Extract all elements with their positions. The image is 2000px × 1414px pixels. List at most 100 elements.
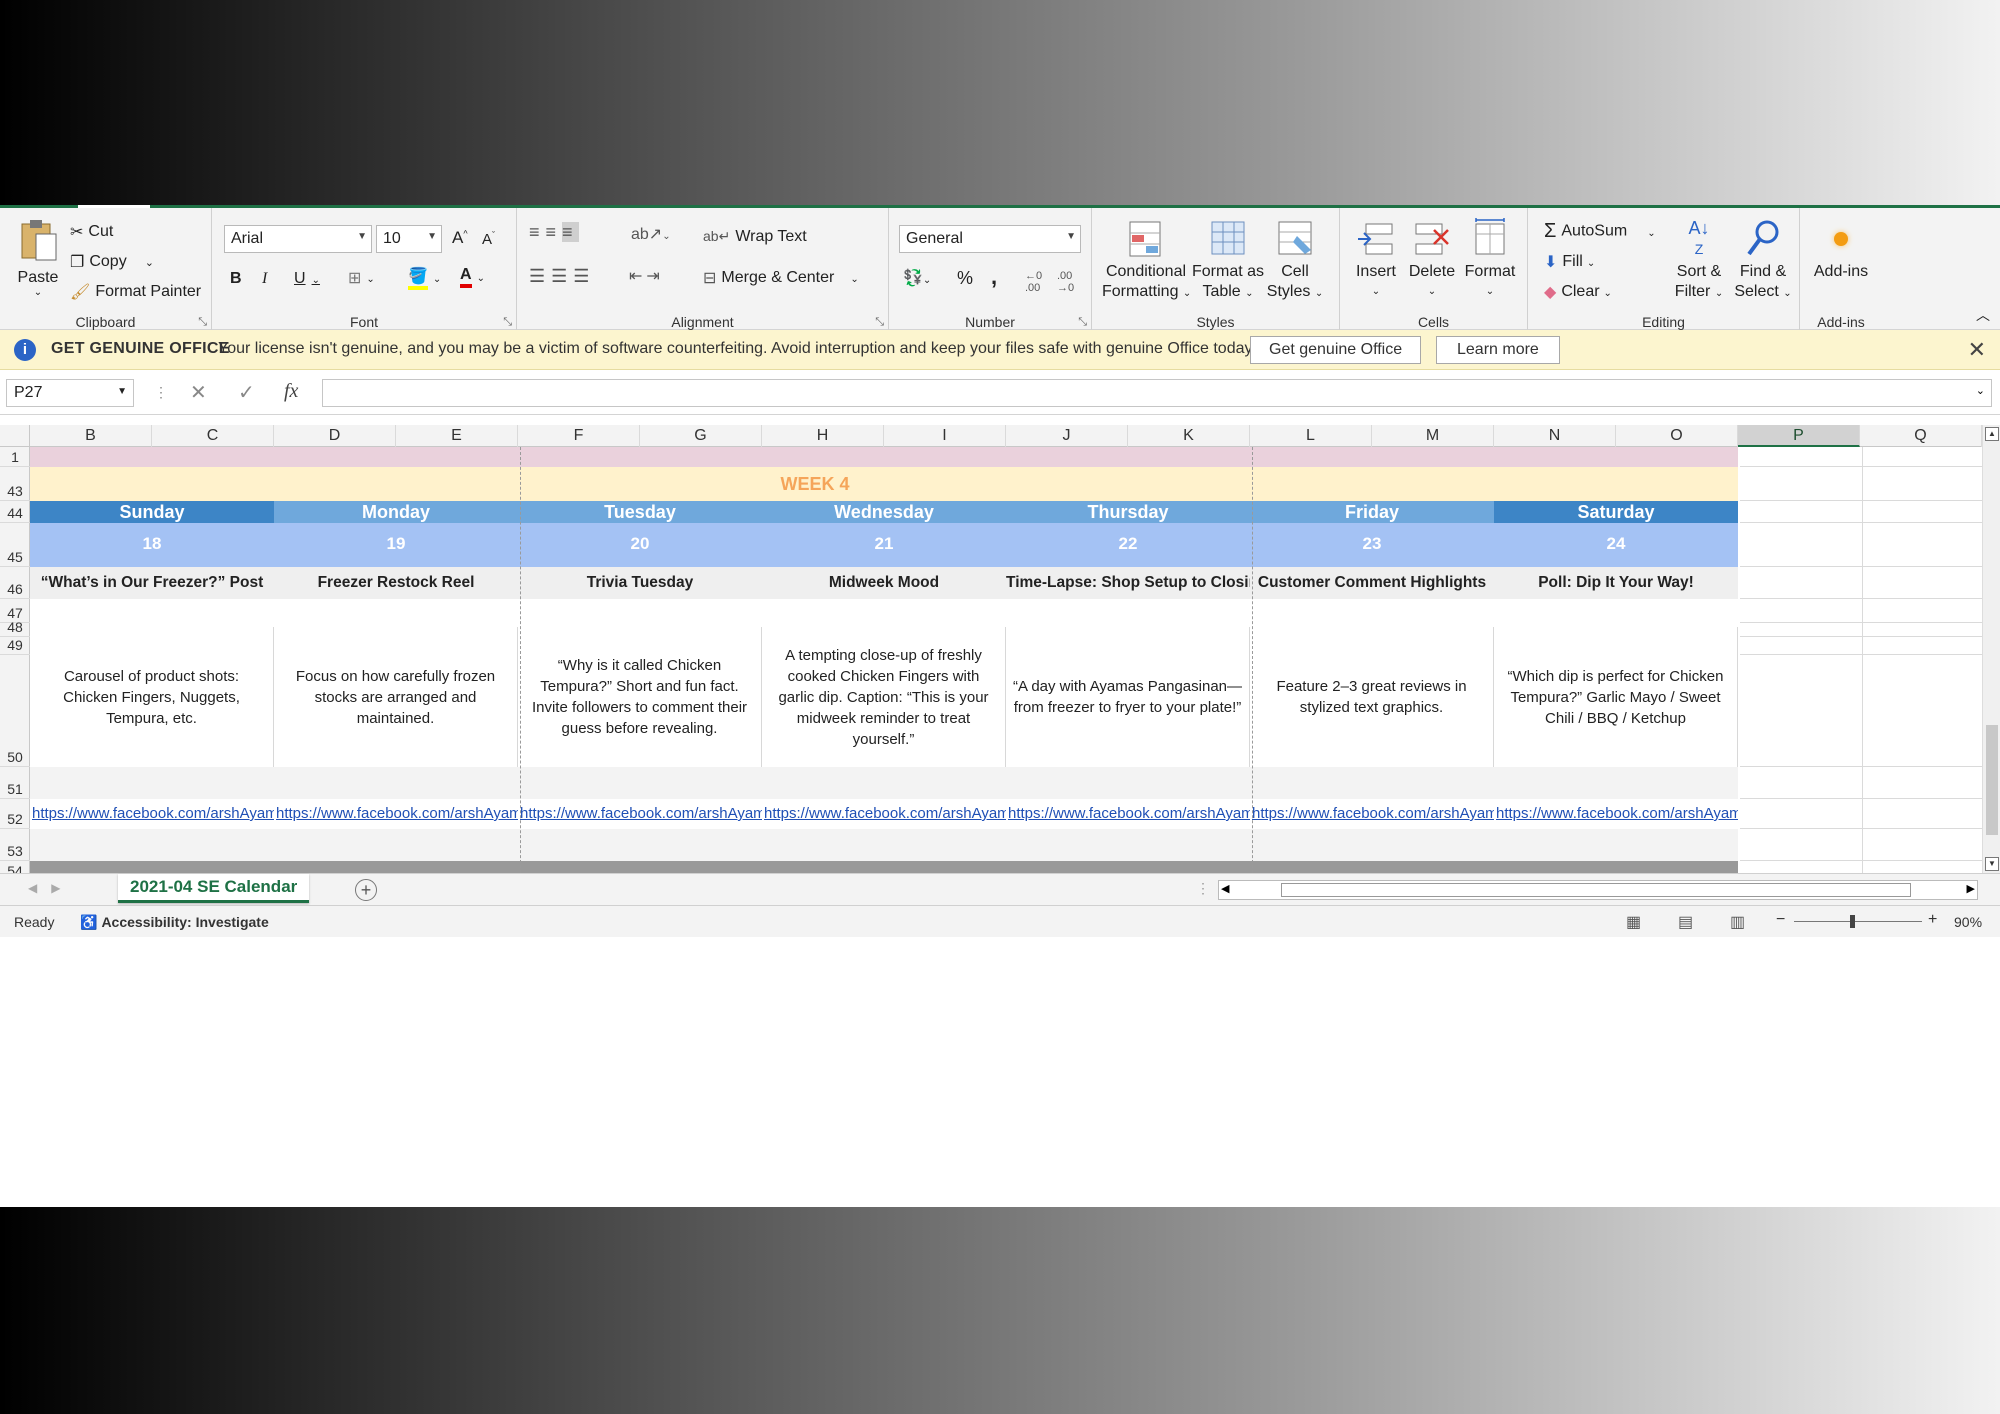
- facebook-link[interactable]: https://www.facebook.com/arshAyamas: [520, 805, 762, 822]
- horizontal-align-buttons[interactable]: ☰☰☰: [529, 266, 595, 287]
- merge-center-button[interactable]: ⊟ Merge & Center ⌄: [703, 268, 859, 288]
- wrap-text-button[interactable]: ab↵ Wrap Text: [703, 228, 807, 246]
- sheet-nav-arrows[interactable]: ◀▶: [28, 881, 74, 895]
- row-header-52[interactable]: 52: [0, 799, 30, 829]
- post-description[interactable]: Carousel of product shots: Chicken Finge…: [30, 627, 274, 767]
- row-header-49[interactable]: 49: [0, 637, 30, 655]
- vertical-scroll-thumb[interactable]: [1986, 725, 1998, 835]
- cell-styles-button[interactable]: Cell Styles ⌄: [1264, 218, 1326, 304]
- vertical-align-buttons[interactable]: ≡≡≡: [529, 222, 579, 243]
- indent-buttons[interactable]: ⇤⇥: [629, 266, 664, 286]
- dialog-launcher-icon[interactable]: ⤡: [503, 316, 512, 329]
- conditional-formatting-button[interactable]: Conditional Formatting ⌄: [1102, 218, 1191, 304]
- close-icon[interactable]: ✕: [1968, 337, 1986, 363]
- comma-button[interactable]: ,: [991, 264, 997, 290]
- cancel-icon[interactable]: ✕: [190, 380, 207, 405]
- column-header-l[interactable]: L: [1250, 425, 1372, 447]
- accessibility-status[interactable]: ♿ Accessibility: Investigate: [80, 914, 269, 931]
- facebook-link[interactable]: https://www.facebook.com/arshAyamas: [1008, 805, 1250, 822]
- orientation-button[interactable]: ab↗⌄: [631, 224, 671, 244]
- accounting-format-button[interactable]: 💱⌄: [903, 268, 931, 288]
- facebook-link[interactable]: https://www.facebook.com/arshAyamas: [764, 805, 1006, 822]
- dialog-launcher-icon[interactable]: ⤡: [875, 316, 884, 329]
- insert-function-icon[interactable]: fx: [284, 380, 298, 403]
- column-header-n[interactable]: N: [1494, 425, 1616, 447]
- worksheet-grid[interactable]: BCDEFGHIJKLMNOPQ 1 43 44 45 46 47 48 49 50 51 52 53…: [0, 425, 1982, 873]
- facebook-link[interactable]: https://www.facebook.com/arshAyamas: [1496, 805, 1738, 822]
- font-color-button[interactable]: A ⌄: [460, 266, 485, 288]
- column-header-o[interactable]: O: [1616, 425, 1738, 447]
- number-format-select[interactable]: General ▼: [899, 225, 1081, 253]
- row-header-46[interactable]: 46: [0, 567, 30, 599]
- expand-icon[interactable]: ⌄: [1976, 384, 1985, 397]
- horizontal-scrollbar[interactable]: ◀ ▶: [1218, 880, 1978, 900]
- post-title[interactable]: Trivia Tuesday: [518, 573, 762, 593]
- post-description[interactable]: Focus on how carefully frozen stocks are…: [274, 627, 518, 767]
- vertical-scrollbar[interactable]: ▲ ▼: [1982, 425, 2000, 873]
- column-header-f[interactable]: F: [518, 425, 640, 447]
- chevron-right-icon[interactable]: ▶: [51, 881, 74, 895]
- post-title[interactable]: Midweek Mood: [762, 573, 1006, 593]
- scroll-left-icon[interactable]: ◀: [1221, 882, 1229, 895]
- post-title[interactable]: Freezer Restock Reel: [274, 573, 518, 593]
- post-description[interactable]: “Why is it called Chicken Tempura?” Shor…: [518, 627, 762, 767]
- delete-button[interactable]: Delete ⌄: [1404, 218, 1460, 302]
- post-description[interactable]: “A day with Ayamas Pangasinan—from freez…: [1006, 627, 1250, 767]
- facebook-link[interactable]: https://www.facebook.com/arshAyamas: [32, 805, 274, 822]
- learn-more-button[interactable]: Learn more: [1436, 336, 1560, 364]
- shrink-font-button[interactable]: Aˇ: [482, 230, 495, 248]
- facebook-link[interactable]: https://www.facebook.com/arshAyamas: [1252, 805, 1494, 822]
- autosum-button[interactable]: Σ AutoSum ⌄: [1544, 220, 1656, 243]
- increase-decimal-button[interactable]: ←0.00: [1025, 270, 1042, 294]
- percent-button[interactable]: %: [957, 268, 973, 289]
- select-all-corner[interactable]: [0, 425, 30, 447]
- cut-button[interactable]: ✂ Cut: [70, 222, 113, 242]
- decrease-decimal-button[interactable]: .00 →0: [1057, 270, 1074, 294]
- column-header-k[interactable]: K: [1128, 425, 1250, 447]
- post-description[interactable]: Feature 2–3 great reviews in stylized te…: [1250, 627, 1494, 767]
- clear-button[interactable]: ◆ Clear ⌄: [1544, 282, 1612, 302]
- row-header-1[interactable]: 1: [0, 447, 30, 467]
- get-genuine-office-button[interactable]: Get genuine Office: [1250, 336, 1422, 364]
- grow-font-button[interactable]: A^: [452, 228, 468, 248]
- row-header-53[interactable]: 53: [0, 829, 30, 861]
- italic-button[interactable]: I: [262, 270, 267, 288]
- zoom-level[interactable]: 90%: [1954, 914, 1982, 930]
- dialog-launcher-icon[interactable]: ⤡: [198, 316, 207, 329]
- bold-button[interactable]: B: [230, 270, 242, 288]
- column-header-h[interactable]: H: [762, 425, 884, 447]
- zoom-in-icon[interactable]: +: [1928, 911, 1937, 929]
- post-title[interactable]: “What’s in Our Freezer?” Post: [30, 573, 274, 593]
- column-header-d[interactable]: D: [274, 425, 396, 447]
- enter-icon[interactable]: ✓: [238, 380, 255, 405]
- post-title[interactable]: Time-Lapse: Shop Setup to Closing: [1006, 573, 1250, 593]
- page-layout-view-icon[interactable]: ▤: [1678, 912, 1693, 932]
- column-header-b[interactable]: B: [30, 425, 152, 447]
- dialog-launcher-icon[interactable]: ⤡: [1078, 316, 1087, 329]
- row-header-45[interactable]: 45: [0, 523, 30, 567]
- scroll-up-icon[interactable]: ▲: [1985, 427, 1999, 441]
- column-header-p[interactable]: P: [1738, 425, 1860, 447]
- post-title[interactable]: Customer Comment Highlights: [1250, 573, 1494, 593]
- find-select-button[interactable]: Find & Select ⌄: [1732, 218, 1794, 304]
- page-break-view-icon[interactable]: ▥: [1730, 912, 1745, 932]
- font-size-select[interactable]: 10 ▼: [376, 225, 442, 253]
- paste-button[interactable]: Paste ⌄: [14, 218, 62, 298]
- row-header-48[interactable]: 48: [0, 619, 30, 637]
- zoom-slider[interactable]: [1794, 915, 1922, 928]
- column-header-q[interactable]: Q: [1860, 425, 1982, 447]
- row-header-50[interactable]: 50: [0, 655, 30, 767]
- cells-area[interactable]: WEEK 4 Sunday Monday Tuesday Wednesday Thursd…: [30, 447, 1982, 873]
- sort-filter-button[interactable]: A↓ Z Sort & Filter ⌄: [1668, 218, 1730, 304]
- row-header-43[interactable]: 43: [0, 467, 30, 501]
- borders-button[interactable]: ⊞ ⌄: [348, 268, 375, 288]
- column-header-i[interactable]: I: [884, 425, 1006, 447]
- sheet-tab-active[interactable]: 2021-04 SE Calendar: [118, 874, 310, 903]
- horizontal-scroll-thumb[interactable]: [1281, 883, 1911, 897]
- collapse-ribbon-icon[interactable]: ︿: [1976, 305, 1990, 325]
- column-header-e[interactable]: E: [396, 425, 518, 447]
- post-description[interactable]: A tempting close-up of freshly cooked Ch…: [762, 627, 1006, 767]
- row-header-54[interactable]: 54: [0, 861, 30, 873]
- format-cells-button[interactable]: Format ⌄: [1460, 218, 1520, 302]
- normal-view-icon[interactable]: ▦: [1626, 912, 1641, 932]
